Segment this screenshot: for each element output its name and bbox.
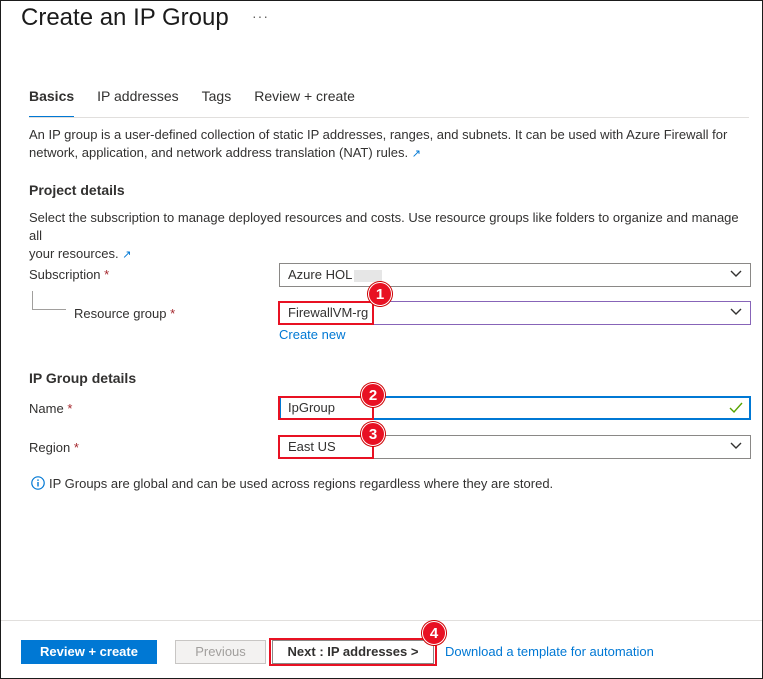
create-new-link[interactable]: Create new [279, 327, 345, 342]
required-marker: * [67, 401, 73, 416]
annotation-box-next [269, 638, 437, 666]
info-icon [31, 476, 45, 490]
external-link-icon[interactable]: ↗ [412, 148, 421, 160]
project-description: Select the subscription to manage deploy… [29, 209, 749, 264]
intro-line-2: network, application, and network addres… [29, 144, 749, 163]
region-label: Region * [29, 440, 79, 455]
resource-group-label-text: Resource group [74, 306, 167, 321]
callout-badge-3: 3 [361, 422, 385, 446]
subscription-value: Azure HOL [288, 267, 353, 282]
tab-ip-addresses[interactable]: IP addresses [97, 88, 178, 118]
subscription-label-text: Subscription [29, 267, 101, 282]
resource-group-label: Resource group * [74, 306, 175, 321]
redacted-block [354, 269, 383, 282]
footer-divider [1, 620, 762, 621]
tree-connector-vertical [32, 291, 33, 309]
chevron-down-icon [730, 270, 742, 277]
chevron-down-icon [730, 308, 742, 315]
required-marker: * [73, 440, 79, 455]
callout-badge-2: 2 [361, 383, 385, 407]
page-title: Create an IP Group [21, 4, 229, 31]
required-marker: * [104, 267, 110, 282]
annotation-box-name [278, 396, 374, 420]
callout-badge-1: 1 [368, 282, 392, 306]
project-desc-line-2-text[interactable]: your resources. [29, 246, 119, 261]
annotation-box-resource-group [278, 301, 374, 325]
project-details-heading: Project details [29, 182, 125, 198]
checkmark-icon [729, 402, 743, 414]
project-desc-line-1: Select the subscription to manage deploy… [29, 210, 739, 243]
region-label-text: Region [29, 440, 71, 455]
tab-strip: Basics IP addresses Tags Review + create [29, 88, 378, 118]
download-template-link[interactable]: Download a template for automation [445, 644, 654, 659]
intro-description: An IP group is a user-defined collection… [29, 126, 749, 163]
name-label-text: Name [29, 401, 64, 416]
callout-badge-4: 4 [422, 621, 446, 645]
tree-connector-horizontal [32, 309, 66, 310]
tab-review-create[interactable]: Review + create [254, 88, 355, 118]
tab-tags[interactable]: Tags [202, 88, 232, 118]
tab-divider [29, 117, 749, 118]
review-create-button[interactable]: Review + create [21, 640, 157, 664]
subscription-label: Subscription * [29, 267, 109, 282]
chevron-down-icon [730, 442, 742, 449]
name-label: Name * [29, 401, 72, 416]
project-desc-line-2: your resources. ↗ [29, 245, 749, 264]
ip-group-details-heading: IP Group details [29, 370, 137, 386]
tab-basics[interactable]: Basics [29, 88, 75, 118]
required-marker: * [170, 306, 176, 321]
more-options-icon[interactable]: ··· [252, 8, 269, 24]
previous-button[interactable]: Previous [175, 640, 266, 664]
intro-line-2-text[interactable]: network, application, and network addres… [29, 145, 408, 160]
annotation-box-region [278, 435, 374, 459]
external-link-icon[interactable]: ↗ [122, 249, 131, 261]
subscription-dropdown[interactable]: Azure HOL [279, 263, 751, 287]
info-message: IP Groups are global and can be used acr… [49, 476, 554, 491]
intro-line-1: An IP group is a user-defined collection… [29, 127, 728, 142]
